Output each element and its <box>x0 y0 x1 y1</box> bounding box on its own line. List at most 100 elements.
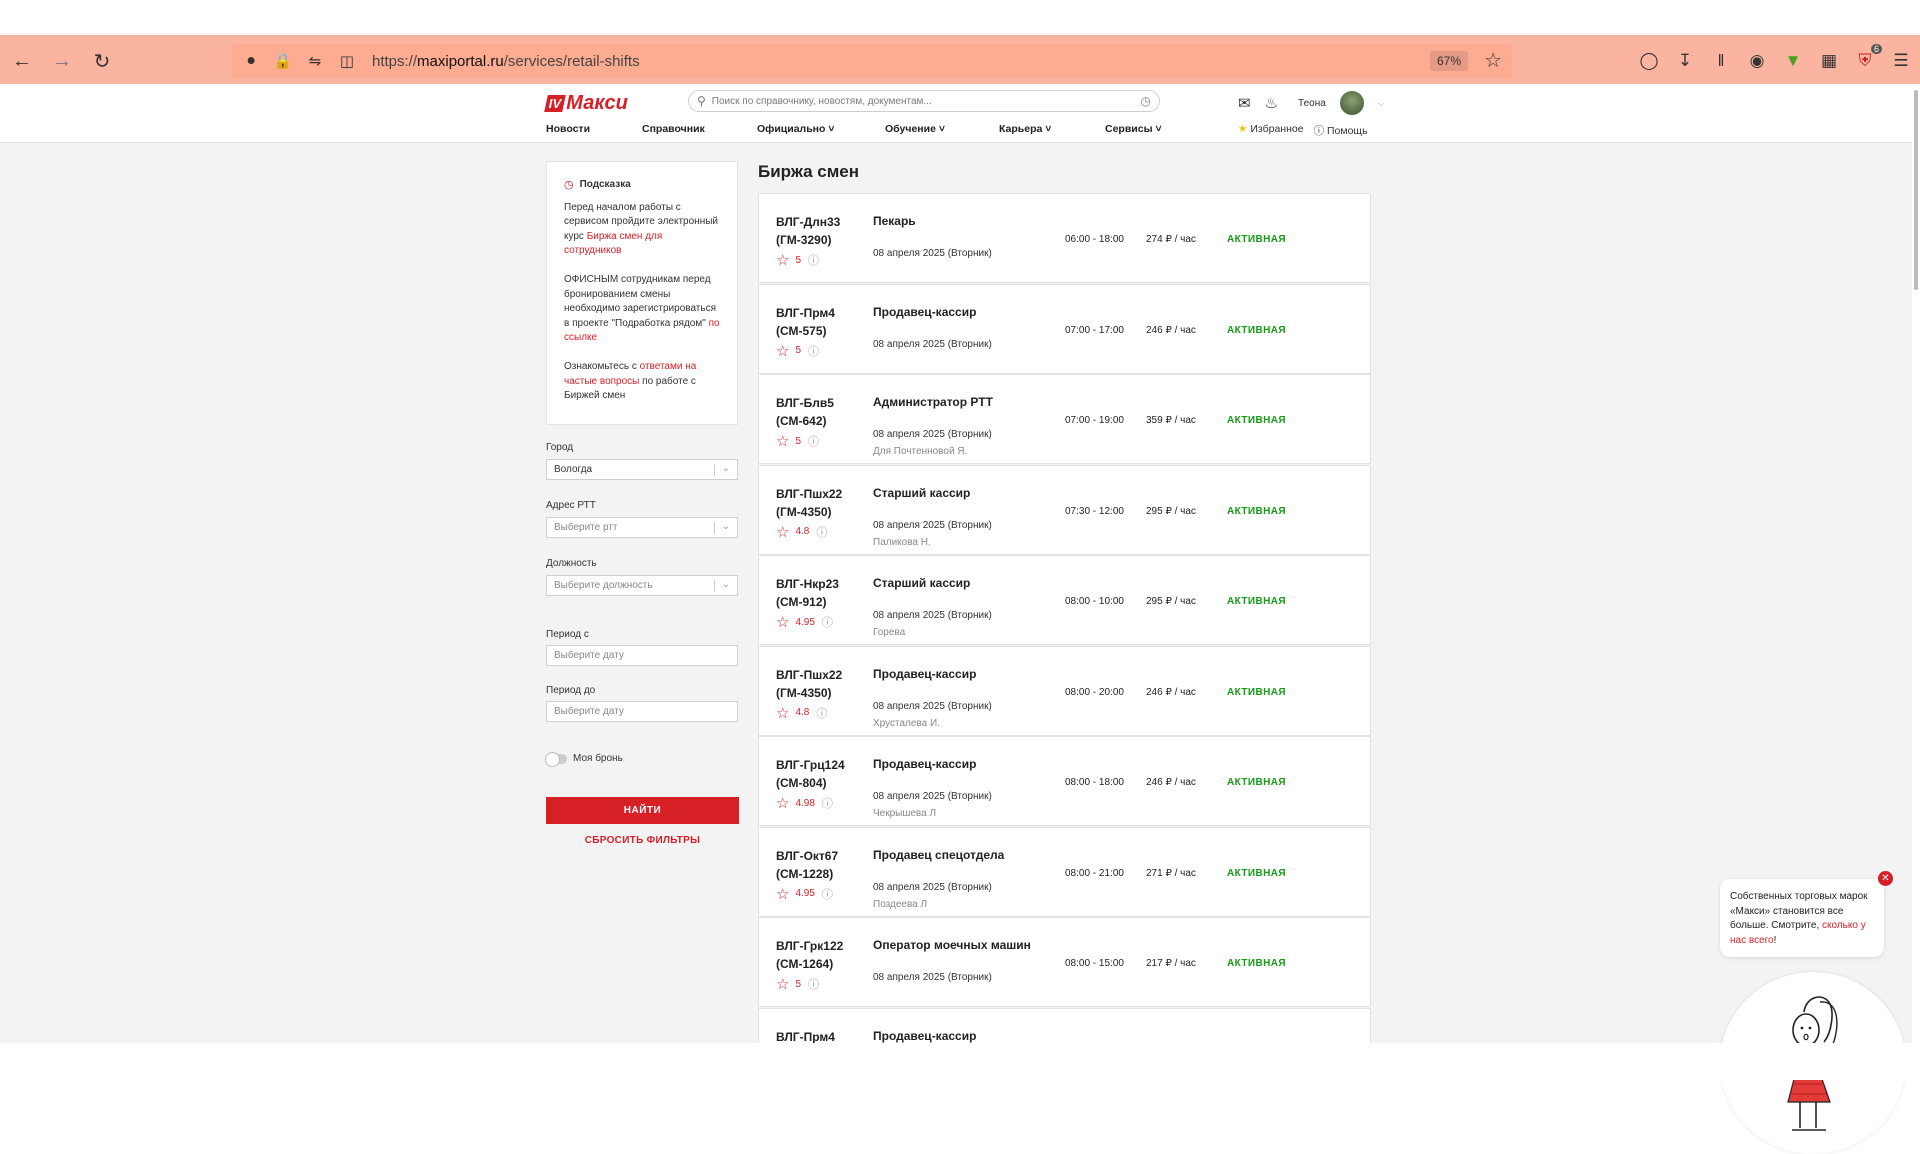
info-icon[interactable]: ⓘ <box>808 433 819 449</box>
position-title: Администратор РТТ <box>873 395 993 409</box>
shop-rating: ☆ 5 ⓘ <box>776 433 820 450</box>
reset-filters-link[interactable]: СБРОСИТЬ ФИЛЬТРЫ <box>546 835 739 846</box>
employee-note: Поздеева Л <box>873 898 928 910</box>
url-text[interactable]: https://maxiportal.ru/services/retail-sh… <box>372 53 640 70</box>
bell-icon[interactable]: ♨ <box>1265 94 1278 112</box>
shift-date: 08 апреля 2025 (Вторник) <box>873 429 992 440</box>
library-icon[interactable]: ‖ <box>1710 50 1732 72</box>
shift-card[interactable]: ВЛГ-Прм4 (СМ-575) ☆ 5 ⓘ Продавец-кассир 08 апр… <box>758 283 1371 374</box>
download-icon[interactable]: ↧ <box>1674 50 1696 72</box>
position-title: Старший кассир <box>873 485 971 500</box>
period-from-input[interactable]: Выберите дату <box>546 645 738 666</box>
nav-education[interactable]: Обучение ˅ <box>885 123 999 135</box>
menu-icon[interactable]: ☰ <box>1890 50 1912 72</box>
scrollbar-thumb[interactable] <box>1914 90 1918 290</box>
my-booking-toggle[interactable] <box>545 751 567 767</box>
find-button[interactable]: НАЙТИ <box>546 797 739 824</box>
nav-news[interactable]: Новости <box>546 123 642 135</box>
history-icon[interactable]: ◷ <box>1141 94 1151 108</box>
hint-paragraph: Перед началом работы с сервисом пройдите… <box>564 201 718 257</box>
shift-card[interactable]: ВЛГ-Прм4 Продавец-кассир <box>758 1007 1371 1043</box>
forward-button[interactable]: → <box>44 43 80 79</box>
status-badge: АКТИВНАЯ <box>1227 596 1286 607</box>
nav-services[interactable]: Сервисы ˅ <box>1105 123 1162 135</box>
shift-card[interactable]: ВЛГ-Окт67 (СМ-1228) ☆ 4.95 ⓘ Продавец спецотд… <box>758 826 1371 917</box>
nav-official[interactable]: Официально ˅ <box>757 123 885 135</box>
close-icon[interactable]: ✕ <box>1878 871 1893 886</box>
avatar[interactable] <box>1339 91 1364 115</box>
position-title: Старший кассир <box>873 576 971 590</box>
search-input[interactable] <box>711 95 1112 107</box>
bookmark-star-icon[interactable]: ☆ <box>1484 48 1502 73</box>
shop-rating: ☆ 4.8 ⓘ <box>776 704 828 722</box>
shield-icon[interactable]: ⚫ <box>238 48 264 74</box>
city-select[interactable]: Вологда ⌄ <box>546 459 738 480</box>
shift-time: 07:30 - 12:00 <box>1065 505 1124 517</box>
position-title: Продавец-кассир <box>873 666 977 681</box>
shift-date: 08 апреля 2025 (Вторник) <box>873 791 992 802</box>
site-header: IV Макси ⚲ ◷ ✉ ♨ Теона ⌵ Новости Справоч… <box>0 84 1920 143</box>
account-icon[interactable]: ◉ <box>1746 50 1768 72</box>
ublock-icon[interactable]: ⛨ 6 <box>1854 44 1882 72</box>
shift-card[interactable]: ВЛГ-Пшх22 (ГМ-4350) ☆ 4.8 ⓘ Старший кассир 08 … <box>758 464 1371 555</box>
user-name[interactable]: Теона <box>1298 98 1326 109</box>
mail-icon[interactable]: ✉ <box>1238 94 1251 112</box>
star-icon: ☆ <box>776 523 790 541</box>
chevron-down-icon: ˅ <box>828 123 835 135</box>
info-icon[interactable]: ⓘ <box>808 252 819 268</box>
period-from-label: Период с <box>546 629 589 640</box>
shift-card[interactable]: ВЛГ-Грц124 (СМ-804) ☆ 4.98 ⓘ Продавец-кассир 0… <box>758 736 1371 826</box>
info-icon[interactable]: ⓘ <box>816 705 827 721</box>
status-badge: АКТИВНАЯ <box>1227 234 1286 245</box>
logo[interactable]: IV Макси <box>544 92 628 115</box>
nav-reference[interactable]: Справочник <box>642 123 757 135</box>
camera-blocked-icon[interactable]: ◫ <box>334 48 360 74</box>
position-title: Продавец-кассир <box>873 757 977 771</box>
address-select[interactable]: Выберите ртт ⌄ <box>546 517 738 538</box>
employee-note: Горева <box>873 627 906 638</box>
hint-box: ◷ Подсказка Перед началом работы с сервис… <box>546 161 738 425</box>
permissions-icon[interactable]: ⇋ <box>302 48 328 74</box>
shift-card[interactable]: ВЛГ-Пшх22 (ГМ-4350) ☆ 4.8 ⓘ Продавец-кассир 08… <box>758 645 1371 736</box>
pocket-icon[interactable]: ◯ <box>1638 50 1660 72</box>
shift-time: 08:00 - 20:00 <box>1065 686 1124 698</box>
hourly-rate: 359 ₽ / час <box>1146 415 1196 426</box>
url-bar[interactable]: ⚫ 🔒 ⇋ ◫ https://maxiportal.ru/services/r… <box>232 44 1512 78</box>
period-to-input[interactable]: Выберите дату <box>546 701 738 722</box>
info-icon[interactable]: ⓘ <box>808 976 819 992</box>
shift-card[interactable]: ВЛГ-Грк122 (СМ-1264) ☆ 5 ⓘ Оператор моечных м… <box>758 917 1371 1007</box>
favorites-link[interactable]: ★ Избранное <box>1238 123 1304 138</box>
shop-code: ВЛГ-Нкр23 (СМ-912) <box>776 577 839 609</box>
hint-paragraph: Ознакомьтесь с ответами на частые вопрос… <box>564 360 697 402</box>
info-icon[interactable]: ⓘ <box>816 524 827 540</box>
shift-date: 08 апреля 2025 (Вторник) <box>873 338 992 350</box>
shift-card[interactable]: ВЛГ-Длн33 (ГМ-3290) ☆ 5 ⓘ Пекарь 08 апреля 202… <box>758 193 1371 283</box>
chevron-down-icon: ˅ <box>938 123 945 135</box>
status-badge: АКТИВНАЯ <box>1227 867 1286 879</box>
star-icon: ☆ <box>776 976 790 993</box>
shop-code: ВЛГ-Длн33 (ГМ-3290) <box>776 215 841 247</box>
help-link[interactable]: ⓘ Помощь <box>1314 123 1368 138</box>
nav-career[interactable]: Карьера ˅ <box>999 123 1105 135</box>
zoom-level-badge[interactable]: 67% <box>1429 51 1468 71</box>
shift-card[interactable]: ВЛГ-Блв5 (СМ-642) ☆ 5 ⓘ Администратор РТТ 08 а… <box>758 374 1371 464</box>
shift-time: 08:00 - 21:00 <box>1065 867 1124 879</box>
lock-icon[interactable]: 🔒 <box>270 48 296 74</box>
info-icon[interactable]: ⓘ <box>822 795 833 811</box>
chevron-down-icon: ⌄ <box>721 579 730 590</box>
info-icon[interactable]: ⓘ <box>808 343 819 359</box>
reload-button[interactable]: ↻ <box>84 43 120 79</box>
chevron-down-icon[interactable]: ⌵ <box>1378 98 1385 109</box>
extensions-icon[interactable]: ▦ <box>1818 50 1840 72</box>
position-title: Продавец-кассир <box>873 304 977 319</box>
star-icon: ☆ <box>776 342 790 360</box>
position-select[interactable]: Выберите должность ⌄ <box>546 575 738 596</box>
shift-card[interactable]: ВЛГ-Нкр23 (СМ-912) ☆ 4.95 ⓘ Старший кассир 08 … <box>758 555 1371 645</box>
back-button[interactable]: ← <box>4 43 40 79</box>
info-icon[interactable]: ⓘ <box>822 614 833 630</box>
star-icon: ☆ <box>776 704 790 722</box>
search-box[interactable]: ⚲ ◷ <box>688 90 1160 112</box>
shop-rating: ☆ 5 ⓘ <box>776 342 820 360</box>
download-manager-extension-icon[interactable]: ▼ <box>1782 50 1804 72</box>
info-icon[interactable]: ⓘ <box>822 886 833 902</box>
